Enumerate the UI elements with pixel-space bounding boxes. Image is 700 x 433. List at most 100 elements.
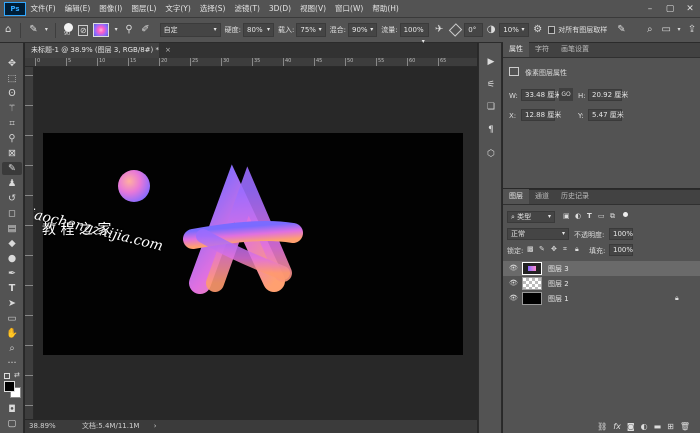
menu-edit[interactable]: 编辑(E) [60,3,95,14]
zoom-level[interactable]: 38.89% [29,422,56,430]
minimize-button[interactable]: – [640,0,660,18]
clean-brush-icon[interactable]: ✐ [139,23,151,37]
lock-image-icon[interactable]: ✎ [539,245,545,253]
mix-input[interactable]: 90% ▾ [347,23,378,37]
brush-settings-icon[interactable]: ⊘ [78,24,89,36]
menu-file[interactable]: 文件(F) [26,3,60,14]
dodge-tool-icon[interactable]: ● [2,252,22,265]
hand-tool-icon[interactable]: ✋ [2,327,22,340]
artboard[interactable]: AI [43,133,463,355]
w-input[interactable]: 33.48 厘米 [521,89,561,101]
link-icon[interactable]: ⛓︎ [597,422,607,431]
eye-icon[interactable]: 👁︎ [509,264,518,272]
default-colors-icon[interactable] [4,373,10,379]
menu-type[interactable]: 文字(Y) [161,3,195,14]
more-tools-icon[interactable]: ··· [2,357,22,370]
y-input[interactable]: 5.47 厘米 [588,109,624,121]
brush-preset-picker[interactable]: 90 [62,23,74,37]
filter-shape-icon[interactable]: ▭ [598,212,605,220]
menu-3d[interactable]: 3D(D) [264,4,295,13]
patch-tool-icon[interactable]: ⊠ [2,147,22,160]
lock-all-icon[interactable]: 🔒︎ [575,245,579,254]
workspace-icon[interactable]: ▭ [660,23,672,37]
load-input[interactable]: 75% ▾ [296,23,326,37]
close-window-button[interactable]: ✕ [680,0,700,18]
play-icon[interactable]: ▶ [483,55,499,69]
filter-adjustment-icon[interactable]: ◐ [575,212,581,220]
chevron-down-icon[interactable]: ▾ [44,23,49,37]
stamp-tool-icon[interactable]: ♟ [2,177,22,190]
blend-mode-select[interactable]: 正常 ▾ [507,228,569,240]
eyedropper-tool-icon[interactable]: ⚲ [2,132,22,145]
x-input[interactable]: 12.88 厘米 [521,109,561,121]
tab-character[interactable]: 字符 [529,42,555,57]
screen-mode-icon[interactable]: ▢ [2,417,22,430]
fx-icon[interactable]: fx [613,422,621,431]
eye-icon[interactable]: 👁︎ [509,279,518,287]
lock-position-icon[interactable]: ✥ [551,245,557,253]
mixer-brush-tool-icon[interactable]: ✎ [27,23,39,37]
lock-artboard-icon[interactable]: ⌗ [563,245,567,254]
type-tool-icon[interactable]: T [2,282,22,295]
pressure-icon[interactable]: ◑ [485,23,497,37]
layer-row-3[interactable]: 👁︎ 图层 3 [503,261,700,276]
menu-filter[interactable]: 滤镜(T) [230,3,264,14]
gear-icon[interactable]: ⚙ [532,23,544,37]
load-brush-icon[interactable]: ⚲ [123,23,135,37]
chevron-down-icon[interactable]: ▾ [676,23,681,37]
wet-input[interactable]: 80% ▾ [243,23,275,37]
menu-view[interactable]: 视图(V) [296,3,331,14]
shape-tool-icon[interactable]: ▭ [2,312,22,325]
filter-toggle-icon[interactable] [623,212,628,217]
eraser-tool-icon[interactable]: ◻ [2,207,22,220]
opacity-input[interactable]: 100% [609,228,633,240]
adjustments-icon[interactable]: ⚟ [483,78,499,92]
gradient-tool-icon[interactable]: ▤ [2,222,22,235]
status-menu-arrow[interactable]: › [154,422,157,430]
paragraph-icon[interactable]: ¶ [483,123,499,137]
lock-pixels-icon[interactable]: ▩ [527,245,534,253]
menu-layer[interactable]: 图层(L) [127,3,161,14]
sample-all-layers-checkbox[interactable] [547,26,556,34]
tab-history[interactable]: 历史记录 [555,189,595,204]
trash-icon[interactable]: 🗑︎ [680,422,690,431]
current-load-swatch[interactable] [93,23,109,37]
swap-colors-icon[interactable]: ⇄ [14,371,20,379]
close-tab-button[interactable]: × [165,46,171,54]
tab-channels[interactable]: 通道 [529,189,555,204]
libraries-icon[interactable]: ❏ [483,100,499,114]
mixer-brush-tool-icon[interactable]: ✎ [2,162,22,175]
move-tool-icon[interactable]: ✥ [2,57,22,70]
foreground-color-swatch[interactable] [4,381,15,392]
h-input[interactable]: 20.92 厘米 [588,89,628,101]
canvas-area[interactable]: AI jiaochengzhijia.com 教 程 之 家 [34,67,477,419]
layer-row-1[interactable]: 👁︎ 图层 1 🔒︎ [503,291,700,306]
magic-wand-tool-icon[interactable]: ⚚ [2,102,22,115]
flow-input[interactable]: 100% ▾ [399,23,429,45]
blur-tool-icon[interactable]: ◆ [2,237,22,250]
eye-icon[interactable]: 👁︎ [509,294,518,302]
path-selection-tool-icon[interactable]: ➤ [2,297,22,310]
tab-properties[interactable]: 属性 [503,42,529,57]
marquee-tool-icon[interactable]: ⬚ [2,72,22,85]
menu-select[interactable]: 选择(S) [195,3,230,14]
lasso-tool-icon[interactable]: ʘ [2,87,22,100]
share-icon[interactable]: ⇪ [686,23,698,37]
zoom-tool-icon[interactable]: ⌕ [2,342,22,355]
smoothing-input[interactable]: 10% ▾ [499,23,529,37]
document-tab[interactable]: 未标题-1 @ 38.9% (图层 3, RGB/8#) * × [25,43,171,58]
tab-layers[interactable]: 图层 [503,189,529,204]
home-icon[interactable]: ⌂ [2,23,14,37]
folder-icon[interactable]: ▬ [654,422,662,431]
crop-tool-icon[interactable]: ⌗ [2,117,22,130]
angle-input[interactable]: 0° [464,23,483,37]
filter-pixel-icon[interactable]: ▣ [563,212,570,220]
new-layer-icon[interactable]: ⊞ [667,422,674,431]
pen-pressure-icon[interactable]: ✎ [615,23,627,37]
airbrush-icon[interactable]: ✈ [433,23,445,37]
quick-mask-icon[interactable]: ◘ [2,403,22,416]
maximize-button[interactable]: ▢ [660,0,680,18]
blend-preset-select[interactable]: 自定 ▾ [159,23,221,37]
filter-kind-select[interactable]: ⌕ 类型 ▾ [507,211,555,223]
filter-smart-object-icon[interactable]: ⧉ [610,212,615,221]
